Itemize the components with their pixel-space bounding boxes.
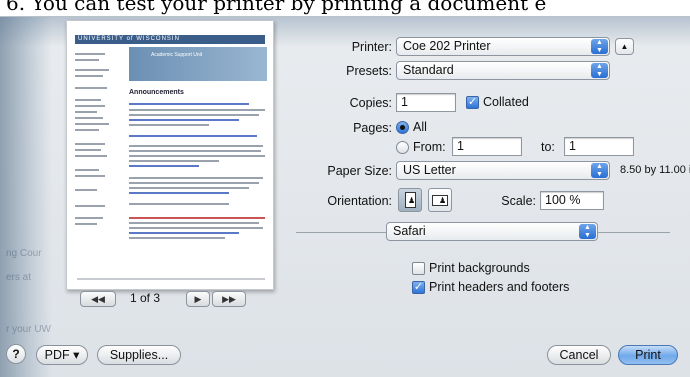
pages-from-label: From:	[413, 140, 446, 154]
last-page-icon: ▶▶	[222, 294, 236, 304]
printer-label: Printer:	[351, 40, 392, 54]
pages-all-label: All	[413, 120, 427, 134]
triangle-up-icon: ▲	[620, 42, 629, 51]
supplies-button[interactable]: Supplies...	[97, 345, 181, 365]
cancel-button[interactable]: Cancel	[547, 345, 611, 365]
section-value: Safari	[393, 224, 426, 238]
portrait-button[interactable]: ♟	[398, 188, 422, 212]
paper-size-value: US Letter	[403, 163, 456, 177]
scale-field[interactable]: 100 %	[540, 191, 604, 210]
copies-label: Copies:	[349, 96, 392, 110]
print-backgrounds-label: Print backgrounds	[429, 261, 530, 275]
pages-label: Pages:	[353, 121, 392, 135]
preview-footer-line	[77, 278, 265, 280]
print-headers-footers-label: Print headers and footers	[429, 280, 570, 294]
popup-arrows-icon: ▲ ▼	[591, 163, 608, 178]
print-backgrounds-checkbox[interactable]	[412, 262, 425, 275]
preview-sidebar	[75, 47, 123, 247]
pages-to-label: to:	[541, 140, 555, 154]
popup-arrows-icon: ▲ ▼	[579, 224, 596, 239]
presets-label: Presets:	[346, 64, 392, 78]
orientation-label: Orientation:	[327, 194, 392, 208]
print-preview-page: UNIVERSITY of WISCONSIN Academic Support…	[66, 20, 274, 290]
presets-popup[interactable]: Standard ▲ ▼	[396, 61, 610, 80]
first-page-icon: ◀◀	[91, 294, 105, 304]
pages-all-radio[interactable]	[396, 121, 409, 134]
print-button[interactable]: Print	[618, 345, 678, 365]
checkmark-icon: ✓	[413, 281, 424, 293]
landscape-button[interactable]: ♟	[428, 188, 452, 212]
copies-field[interactable]: 1	[396, 93, 456, 112]
paper-dimensions: 8.50 by 11.00 inches	[620, 164, 690, 176]
print-headers-footers-checkbox[interactable]: ✓	[412, 281, 425, 294]
person-icon: ♟	[408, 196, 416, 205]
checkmark-icon: ✓	[467, 96, 478, 108]
scale-label: Scale:	[501, 194, 536, 208]
help-button[interactable]: ?	[6, 344, 26, 364]
question-icon: ?	[12, 347, 20, 361]
paper-size-popup[interactable]: US Letter ▲ ▼	[396, 161, 610, 180]
collated-checkbox[interactable]: ✓	[466, 96, 479, 109]
preview-announcements-heading: Announcements	[129, 89, 184, 96]
document-caption: 6. You can test your printer by printing…	[6, 0, 690, 15]
preview-banner-text: Academic Support Unit	[151, 52, 203, 58]
preview-header-text: UNIVERSITY of WISCONSIN	[78, 36, 180, 42]
printer-popup[interactable]: Coe 202 Printer ▲ ▼	[396, 37, 610, 56]
paper-size-label: Paper Size:	[327, 164, 392, 178]
next-page-button[interactable]: ▶	[186, 291, 210, 307]
person-icon: ♟	[439, 196, 447, 205]
pages-from-field[interactable]: 1	[452, 137, 522, 156]
pdf-button[interactable]: PDF ▾	[36, 345, 88, 365]
page-count-label: 1 of 3	[130, 291, 161, 305]
preview-banner: Academic Support Unit	[129, 47, 267, 81]
next-page-icon: ▶	[194, 294, 202, 304]
popup-arrows-icon: ▲ ▼	[591, 39, 608, 54]
last-page-button[interactable]: ▶▶	[212, 291, 246, 307]
popup-arrows-icon: ▲ ▼	[591, 63, 608, 78]
pages-from-radio[interactable]	[396, 141, 409, 154]
presets-value: Standard	[403, 63, 454, 77]
disclosure-button[interactable]: ▲	[615, 38, 634, 55]
first-page-button[interactable]: ◀◀	[80, 291, 116, 307]
printer-value: Coe 202 Printer	[403, 39, 491, 53]
section-popup[interactable]: Safari ▲ ▼	[386, 222, 598, 241]
preview-header-bar: UNIVERSITY of WISCONSIN	[75, 35, 265, 44]
pages-to-field[interactable]: 1	[564, 137, 634, 156]
collated-label: Collated	[483, 95, 529, 109]
